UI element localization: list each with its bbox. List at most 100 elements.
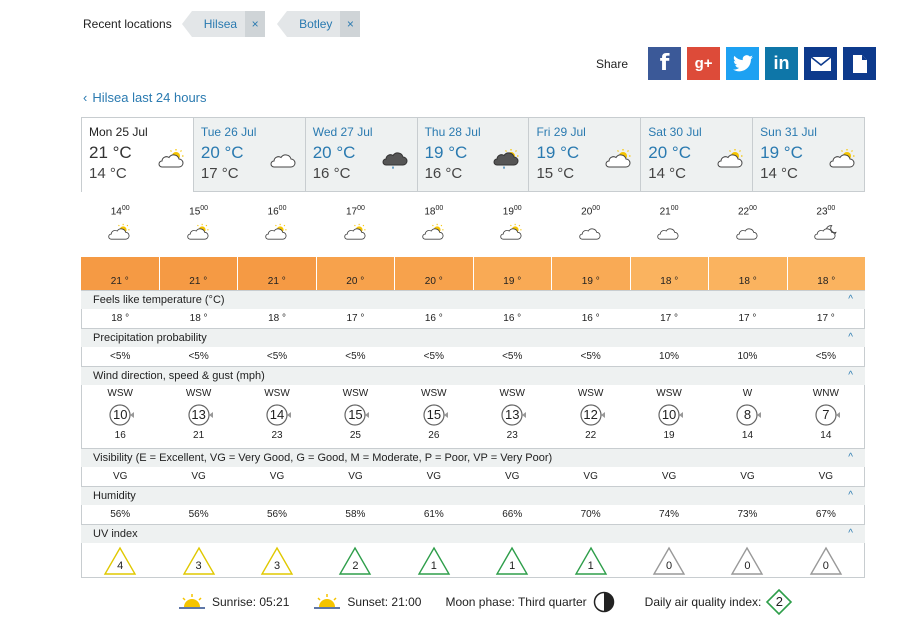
last-24-hours-link[interactable]: ‹ Hilsea last 24 hours <box>83 90 207 105</box>
wind-cell: WNW 7 14 <box>787 388 865 441</box>
wind-speed: 13 <box>505 407 520 422</box>
visibility-value: VG <box>269 471 285 482</box>
remove-location-button[interactable]: × <box>245 11 266 37</box>
hour-time: 1400 <box>110 205 130 218</box>
day-name: Thu 28 Jul <box>424 125 481 139</box>
uv-value: 0 <box>744 560 751 572</box>
section-title: Feels like temperature (°C) <box>93 294 225 306</box>
day-tab[interactable]: Thu 28 Jul 19 °C 16 °C <box>416 118 529 191</box>
chip-arrow <box>181 11 192 37</box>
section-precipitation[interactable]: Precipitation probability ^ <box>81 328 865 347</box>
googleplus-share-button[interactable]: g+ <box>687 47 721 80</box>
precipitation-value: <5% <box>345 351 366 362</box>
day-tab[interactable]: Mon 25 Jul 21 °C 14 °C <box>82 118 193 194</box>
humidity-value: 66% <box>502 509 523 520</box>
hour-time: 1600 <box>267 205 287 218</box>
hour-time: 1900 <box>502 205 522 218</box>
humidity-value: 74% <box>659 509 680 520</box>
recent-location-chip-botley[interactable]: Botley × <box>277 11 361 37</box>
hour-temperature: 20 ° <box>424 276 443 287</box>
wind-cell: WSW 13 23 <box>473 388 551 441</box>
day-name: Sun 31 Jul <box>760 125 817 139</box>
wind-cell: WSW 10 16 <box>81 388 159 441</box>
section-humidity[interactable]: Humidity ^ <box>81 486 865 505</box>
collapse-caret-icon[interactable]: ^ <box>848 525 853 543</box>
feels-like-value: 17 ° <box>346 313 365 324</box>
wind-arrow-icon: 12 <box>578 402 605 428</box>
print-button[interactable] <box>843 47 877 80</box>
day-tab[interactable]: Sat 30 Jul 20 °C 14 °C <box>640 118 753 191</box>
collapse-caret-icon[interactable]: ^ <box>848 329 853 347</box>
wind-speed: 15 <box>348 407 363 422</box>
sun-cloud-icon <box>395 223 473 245</box>
precipitation-value: <5% <box>188 351 209 362</box>
air-quality-value: 2 <box>775 594 783 609</box>
hourly-header: 1400 1500 1600 1700 1800 1900 2000 2100 2200 2300 <box>81 205 865 245</box>
day-tab[interactable]: Fri 29 Jul 19 °C 15 °C <box>528 118 641 191</box>
visibility-value: VG <box>818 471 834 482</box>
recent-location-link[interactable]: Hilsea <box>191 11 246 37</box>
section-uv[interactable]: UV index ^ <box>81 524 865 543</box>
twitter-icon <box>732 55 753 72</box>
hour-column: 1900 <box>473 205 551 245</box>
visibility-value: VG <box>348 471 363 482</box>
wind-direction: WSW <box>107 388 133 399</box>
cloud-icon <box>551 223 629 245</box>
collapse-caret-icon[interactable]: ^ <box>848 487 853 505</box>
hour-column: 2300 <box>787 205 865 245</box>
sunset-info: Sunset: 21:00 <box>313 593 421 611</box>
uv-cell: 2 <box>316 546 394 576</box>
precipitation-value: <5% <box>266 351 288 362</box>
wind-gust: 26 <box>428 430 440 441</box>
section-feels-like[interactable]: Feels like temperature (°C) ^ <box>81 290 865 309</box>
precipitation-value: 10% <box>737 351 758 362</box>
wind-cell: WSW 14 23 <box>238 388 316 441</box>
day-tab[interactable]: Wed 27 Jul 20 °C 16 °C <box>304 118 417 191</box>
collapse-caret-icon[interactable]: ^ <box>848 449 853 467</box>
collapse-caret-icon[interactable]: ^ <box>848 367 853 385</box>
hour-time: 2000 <box>581 205 601 218</box>
wind-cell: WSW 15 25 <box>316 388 394 441</box>
hour-time: 1800 <box>424 205 444 218</box>
hour-column: 1700 <box>316 205 394 245</box>
chevron-left-icon: ‹ <box>83 90 88 105</box>
uv-cell: 3 <box>238 546 316 576</box>
twitter-share-button[interactable] <box>726 47 760 80</box>
day-tab[interactable]: Tue 26 Jul 20 °C 17 °C <box>192 118 305 191</box>
humidity-value: 70% <box>580 509 601 520</box>
uv-cell: 1 <box>395 546 473 576</box>
wind-arrow-icon: 15 <box>342 402 370 428</box>
hour-column: 2000 <box>551 205 629 245</box>
recent-location-link[interactable]: Botley <box>287 11 341 37</box>
section-visibility[interactable]: Visibility (E = Excellent, VG = Very Goo… <box>81 448 865 467</box>
feels-like-value: 18 ° <box>111 313 130 324</box>
day-tab[interactable]: Sun 31 Jul 19 °C 14 °C <box>752 118 865 191</box>
recent-location-chip-hilsea[interactable]: Hilsea × <box>181 11 266 37</box>
wind-direction: WSW <box>577 388 604 399</box>
sun-cloud-icon <box>81 223 159 245</box>
visibility-value: VG <box>426 471 442 482</box>
air-quality-label: Daily air quality index: <box>644 595 762 609</box>
hour-temperature: 18 ° <box>660 276 679 287</box>
email-share-button[interactable] <box>804 47 838 80</box>
linkedin-share-button[interactable]: in <box>765 47 799 80</box>
remove-location-button[interactable]: × <box>340 11 361 37</box>
humidity-value: 56% <box>110 509 131 520</box>
feels-like-value: 18 ° <box>268 313 286 324</box>
humidity-value: 67% <box>815 509 836 520</box>
day-tabs: Mon 25 Jul 21 °C 14 °C Tue 26 Jul 20 °C 17 °C… <box>81 117 865 194</box>
wind-speed: 14 <box>269 407 285 422</box>
sunrise-icon <box>179 594 205 609</box>
moon-phase-icon <box>593 591 614 613</box>
wind-gust: 22 <box>585 430 597 441</box>
wind-cell: WSW 10 19 <box>630 388 708 441</box>
facebook-share-button[interactable]: f <box>648 47 682 80</box>
wind-direction: WSW <box>185 388 212 399</box>
day-name: Wed 27 Jul <box>312 125 373 139</box>
uv-value: 3 <box>195 560 202 572</box>
collapse-caret-icon[interactable]: ^ <box>848 291 853 309</box>
hour-time: 1700 <box>345 205 365 218</box>
humidity-value: 73% <box>737 509 758 520</box>
humidity-value: 56% <box>267 509 288 520</box>
section-wind[interactable]: Wind direction, speed & gust (mph) ^ <box>81 366 865 385</box>
